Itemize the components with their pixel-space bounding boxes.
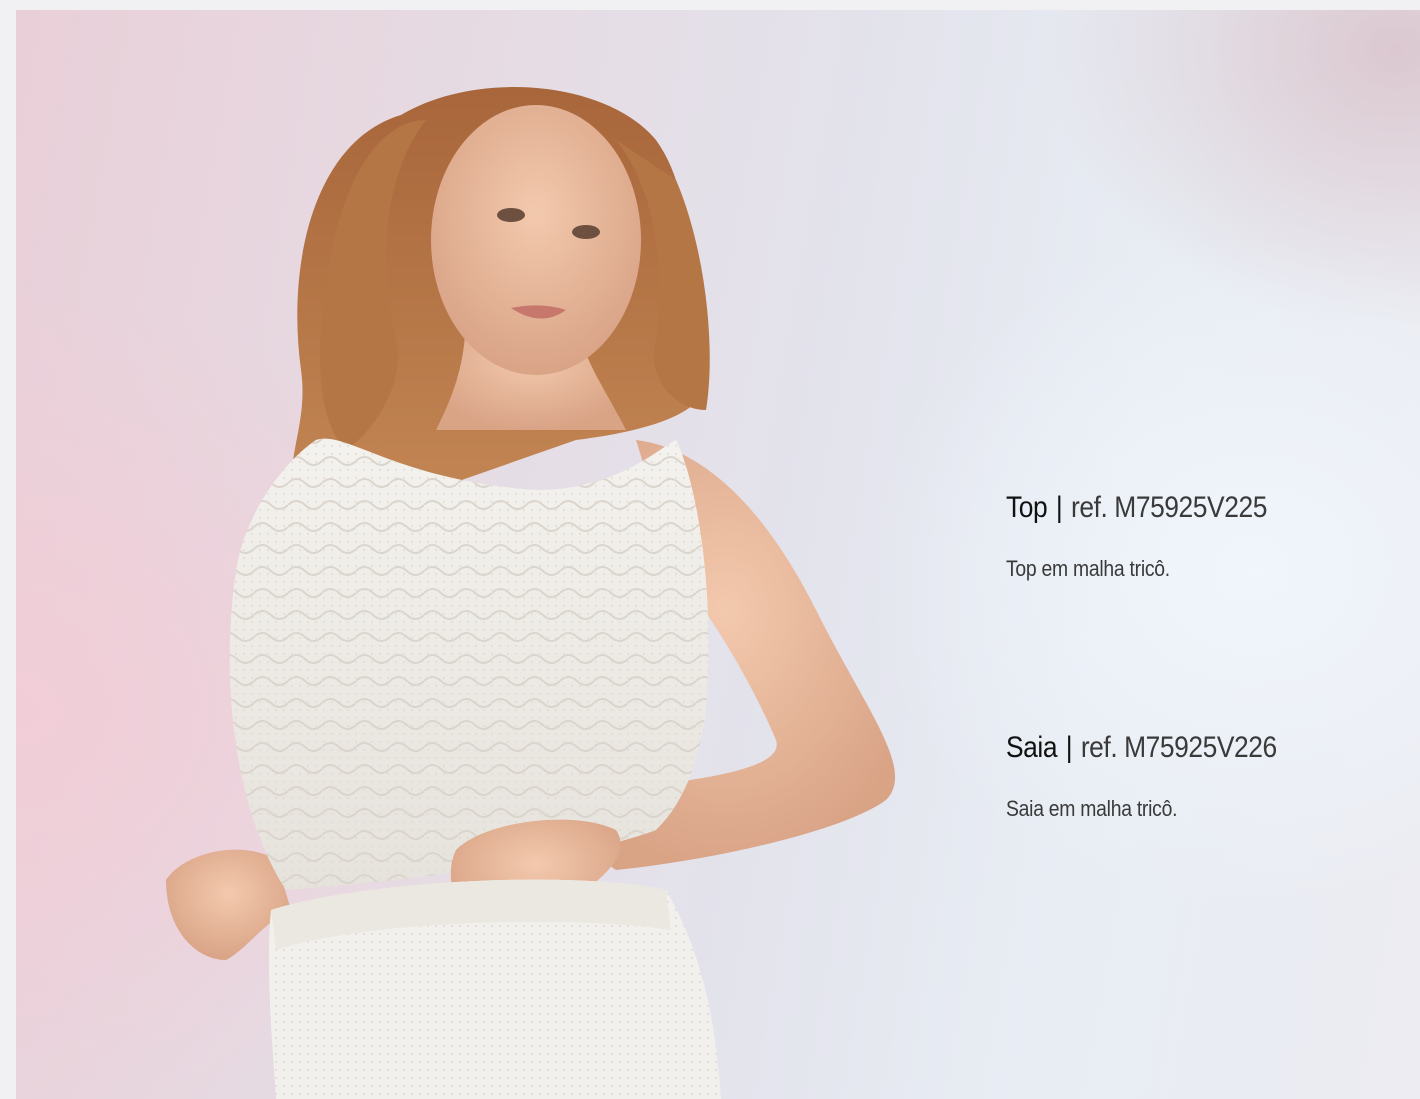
product-separator: | [1065,731,1073,764]
product-ref-skirt: ref. M75925V226 [1080,731,1277,764]
product-heading-skirt: Saia | ref. M75925V226 [1006,728,1277,768]
product-ref-top: ref. M75925V225 [1070,491,1267,524]
model-photo [16,10,976,1099]
product-skirt: Saia | ref. M75925V226 Saia em malha tri… [1006,728,1277,824]
product-description-skirt: Saia em malha tricô. [1006,796,1178,821]
product-name-top: Top [1006,491,1048,524]
product-separator: | [1055,491,1063,524]
product-heading-top: Top | ref. M75925V225 [1006,488,1267,528]
catalog-page: Top | ref. M75925V225 Top em malha tricô… [16,10,1420,1099]
product-description-top: Top em malha tricô. [1006,556,1170,581]
product-top: Top | ref. M75925V225 Top em malha tricô… [1006,488,1267,584]
product-name-skirt: Saia [1006,731,1058,764]
